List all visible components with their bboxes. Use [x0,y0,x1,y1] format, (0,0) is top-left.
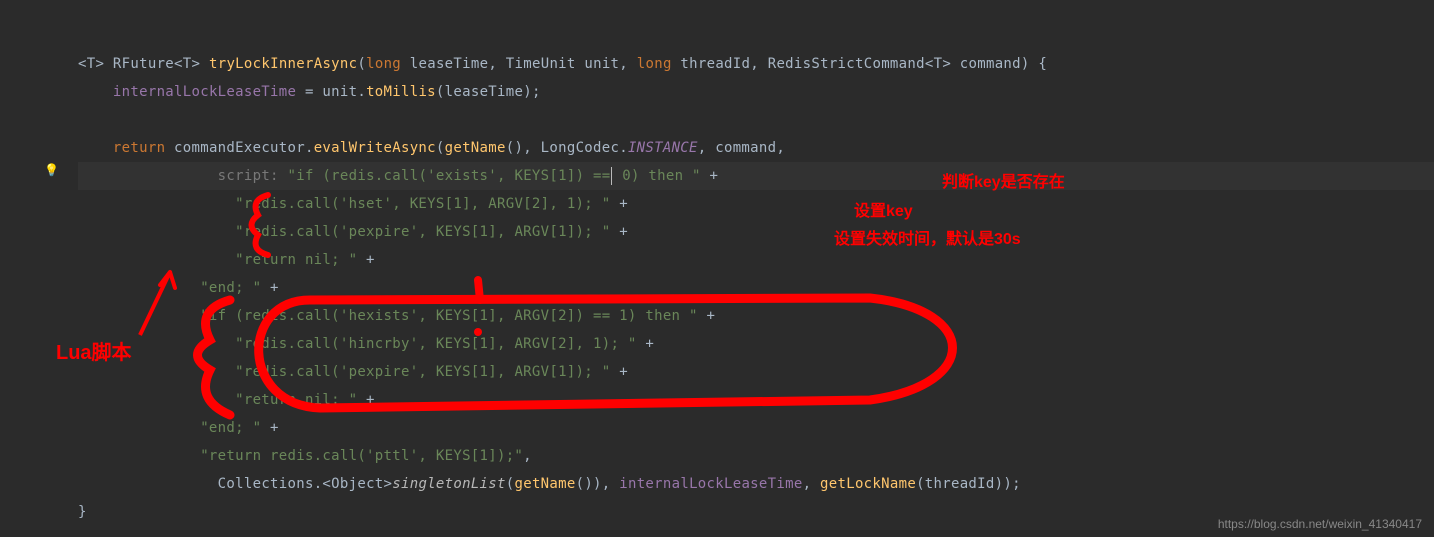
code-line: "if (redis.call('hexists', KEYS[1], ARGV… [78,302,1434,330]
code-editor[interactable]: <T> RFuture<T> tryLockInnerAsync(long le… [0,0,1434,526]
code-line: "redis.call('pexpire', KEYS[1], ARGV[1])… [78,358,1434,386]
code-line: script: "if (redis.call('exists', KEYS[1… [78,162,1434,190]
code-area: <T> RFuture<T> tryLockInnerAsync(long le… [0,50,1434,526]
watermark: https://blog.csdn.net/weixin_41340417 [1218,517,1422,531]
code-line: "end; " + [78,414,1434,442]
code-line: return commandExecutor.evalWriteAsync(ge… [78,134,1434,162]
code-line: "end; " + [78,274,1434,302]
code-line [78,106,1434,134]
code-line: Collections.<Object>singletonList(getNam… [78,470,1434,498]
code-line: "return nil; " + [78,386,1434,414]
code-line: <T> RFuture<T> tryLockInnerAsync(long le… [78,50,1434,78]
code-line: "return nil; " + [78,246,1434,274]
code-line: "redis.call('hset', KEYS[1], ARGV[2], 1)… [78,190,1434,218]
code-line: "redis.call('pexpire', KEYS[1], ARGV[1])… [78,218,1434,246]
code-line: internalLockLeaseTime = unit.toMillis(le… [78,78,1434,106]
code-line: "return redis.call('pttl', KEYS[1]);", [78,442,1434,470]
caret-icon [611,167,612,185]
code-line: "redis.call('hincrby', KEYS[1], ARGV[2],… [78,330,1434,358]
